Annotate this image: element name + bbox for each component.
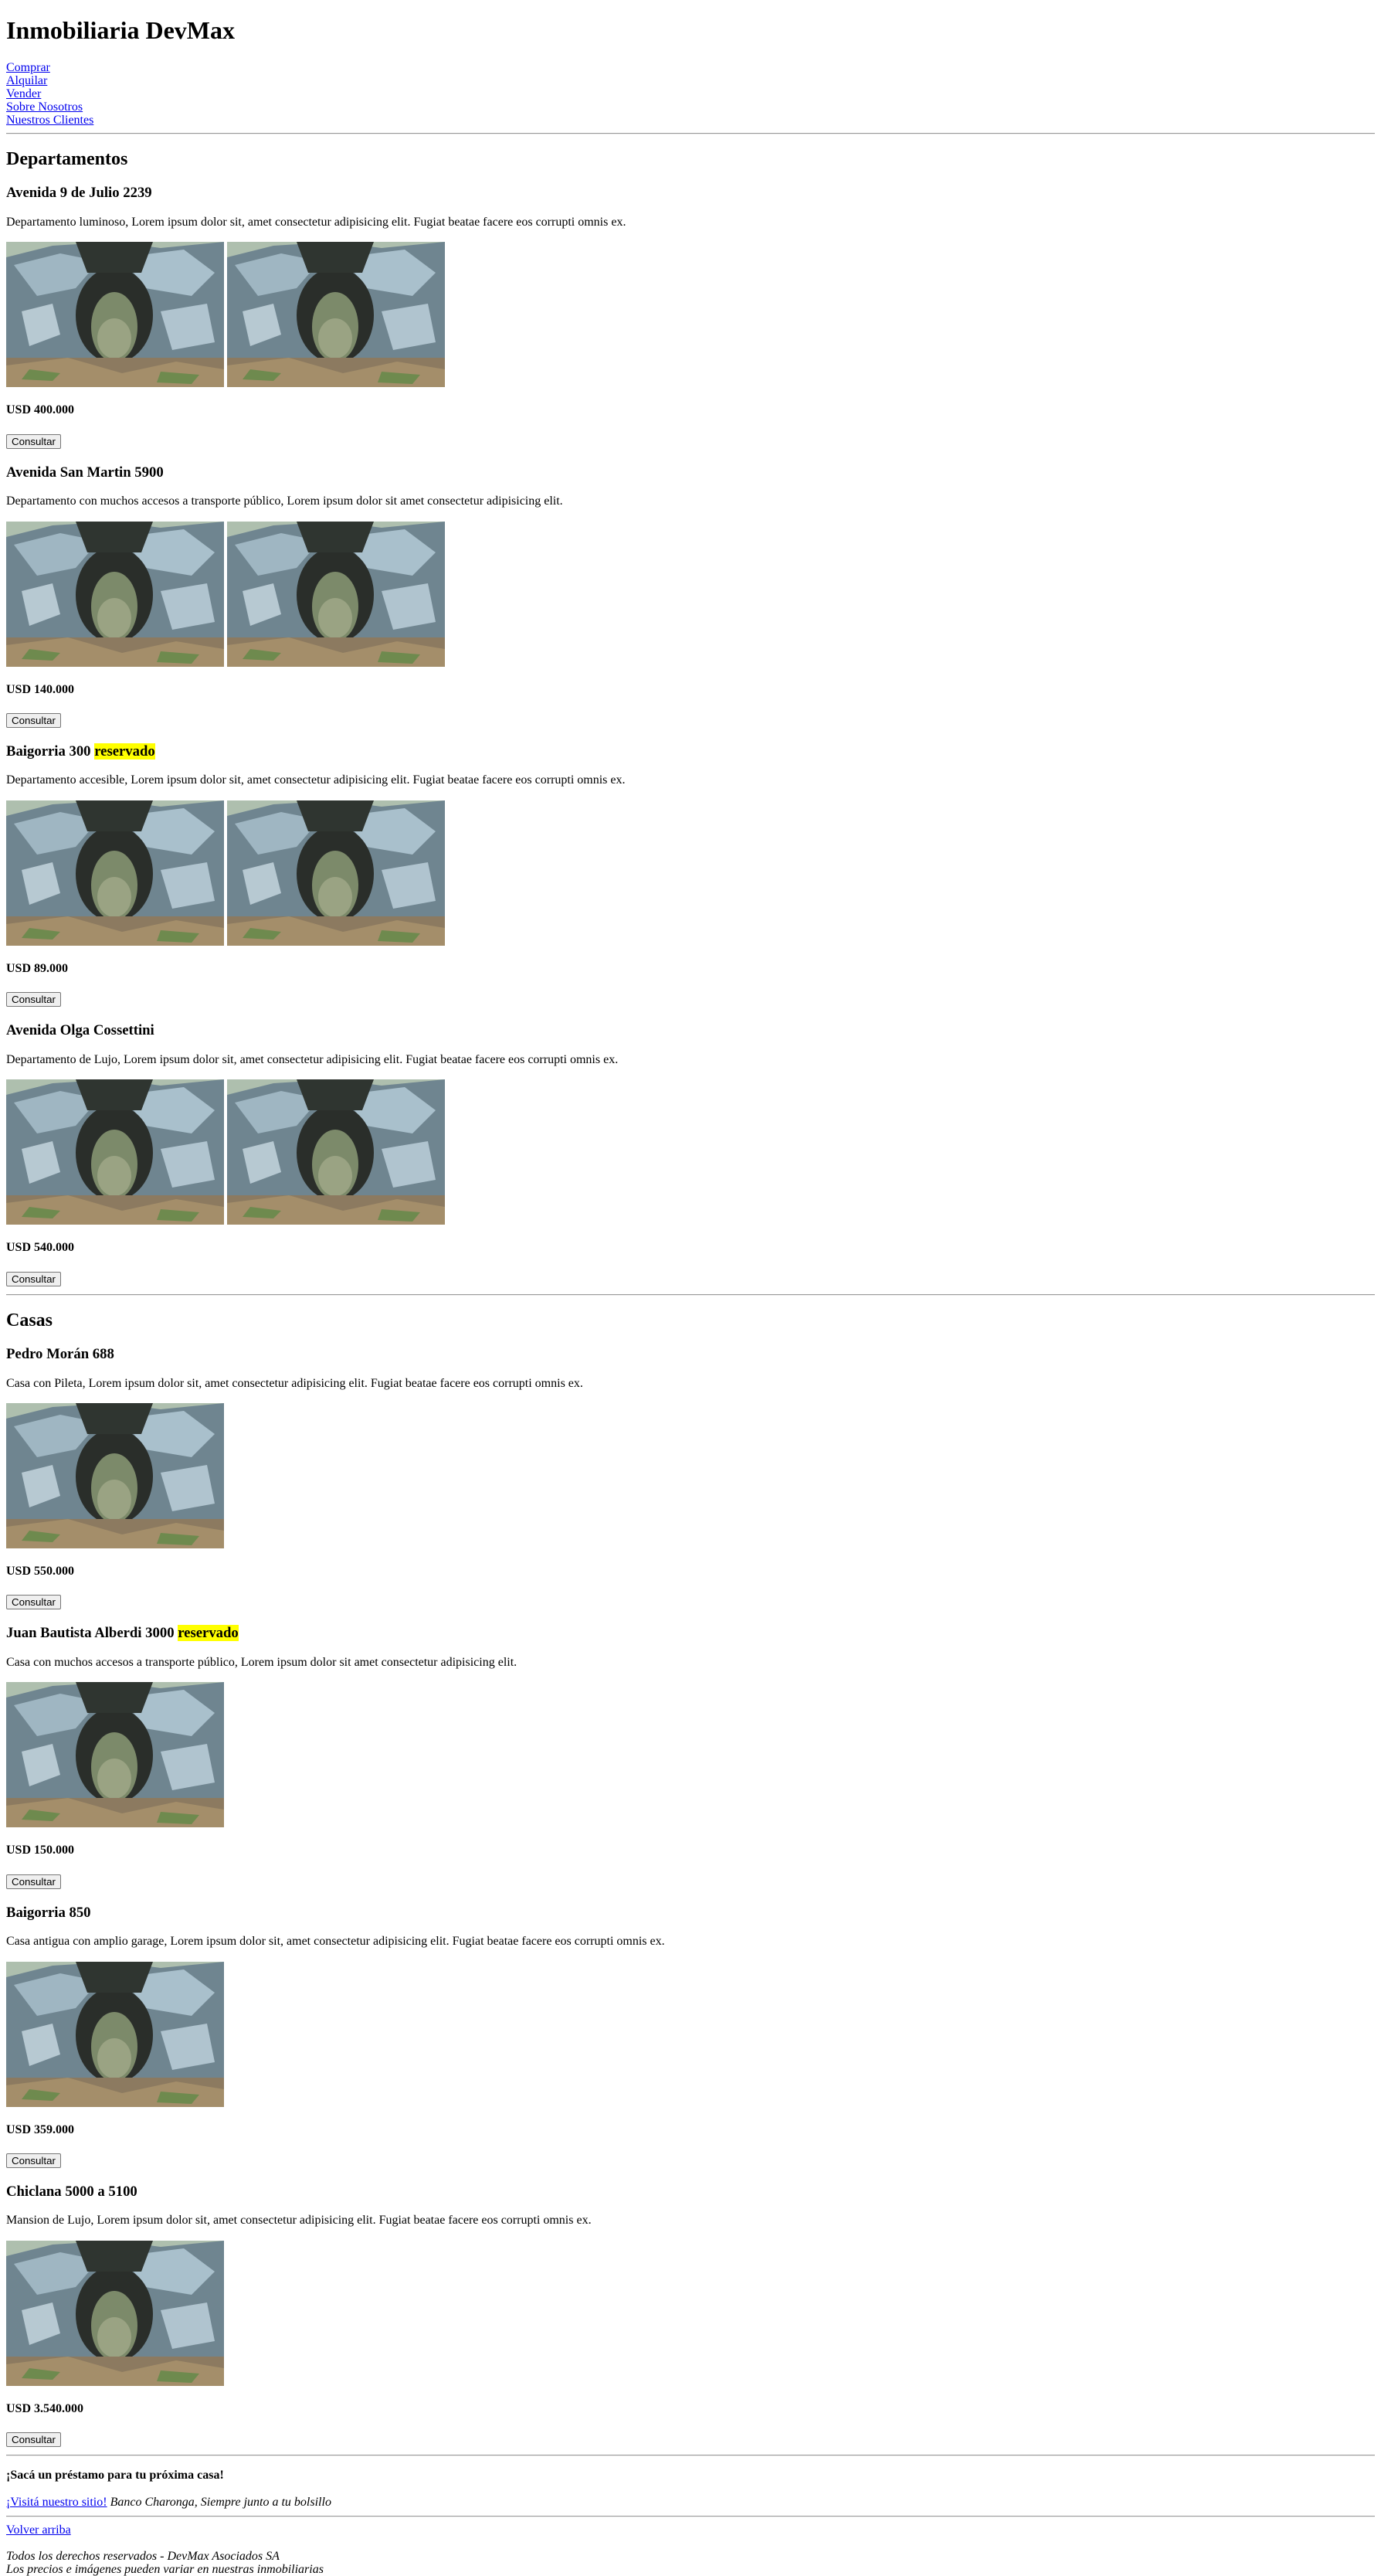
property-price: USD 140.000: [6, 682, 75, 696]
promo-title: ¡Sacá un préstamo para tu próxima casa!: [6, 2469, 224, 2483]
property-gallery: [6, 1079, 1375, 1225]
property-description: Departamento luminoso, Lorem ipsum dolor…: [6, 215, 626, 229]
back-to-top-link[interactable]: Volver arriba: [6, 2523, 1375, 2537]
property-gallery: [6, 1682, 1375, 1827]
property-description: Casa antigua con amplio garage, Lorem ip…: [6, 1935, 665, 1949]
property-price: USD 3.540.000: [6, 2401, 84, 2415]
property-photo: [6, 522, 224, 667]
property-name: Avenida Olga Cossettini: [6, 1022, 154, 1039]
nav-link-nuestros-clientes[interactable]: Nuestros Clientes: [6, 114, 1375, 127]
property-gallery: [6, 1962, 1375, 2107]
property-title: Pedro Morán 688: [6, 1346, 1375, 1363]
property-photo: [6, 242, 224, 387]
property-name: Avenida 9 de Julio 2239: [6, 185, 152, 202]
property-title: Avenida San Martin 5900: [6, 464, 1375, 481]
divider: [6, 132, 1375, 134]
consultar-button[interactable]: Consultar: [6, 2153, 61, 2168]
nav-link-vender[interactable]: Vender: [6, 87, 1375, 100]
property-card: Baigorria 300 reservado Departamento acce…: [6, 743, 1375, 1008]
property-price: USD 150.000: [6, 1844, 75, 1857]
property-description: Casa con muchos accesos a transporte púb…: [6, 1655, 517, 1669]
nav-link-comprar[interactable]: Comprar: [6, 61, 1375, 74]
property-price: USD 540.000: [6, 1241, 75, 1255]
reserved-badge: reservado: [94, 743, 155, 760]
property-description: Departamento con muchos accesos a transp…: [6, 494, 563, 508]
property-gallery: [6, 800, 1375, 946]
property-photo: [6, 1403, 224, 1548]
property-name: Avenida San Martin 5900: [6, 464, 164, 481]
property-card: Avenida San Martin 5900 Departamento con …: [6, 464, 1375, 729]
property-name: Baigorria 300: [6, 743, 91, 760]
divider: [6, 2516, 1375, 2518]
property-name: Pedro Morán 688: [6, 1346, 114, 1363]
property-photo: [6, 2241, 224, 2386]
nav-link-alquilar[interactable]: Alquilar: [6, 74, 1375, 87]
property-name: Juan Bautista Alberdi 3000: [6, 1625, 175, 1642]
property-gallery: [6, 242, 1375, 387]
property-price: USD 400.000: [6, 403, 75, 417]
property-card: Baigorria 850 Casa antigua con amplio gar…: [6, 1905, 1375, 2170]
consultar-button[interactable]: Consultar: [6, 1874, 61, 1889]
reserved-badge: reservado: [178, 1625, 239, 1642]
nav-link-sobre-nosotros[interactable]: Sobre Nosotros: [6, 100, 1375, 114]
consultar-button[interactable]: Consultar: [6, 1595, 61, 1610]
property-title: Baigorria 850: [6, 1905, 1375, 1922]
property-name: Chiclana 5000 a 5100: [6, 2183, 137, 2200]
property-description: Casa con Pileta, Lorem ipsum dolor sit, …: [6, 1376, 583, 1390]
property-name: Baigorria 850: [6, 1904, 91, 1921]
property-title: Avenida Olga Cossettini: [6, 1022, 1375, 1039]
property-card: Avenida Olga Cossettini Departamento de L…: [6, 1022, 1375, 1287]
property-description: Mansion de Lujo, Lorem ipsum dolor sit, …: [6, 2214, 592, 2228]
footer-copyright: Todos los derechos reservados - DevMax A…: [6, 2550, 280, 2564]
property-photo: [227, 800, 445, 946]
property-photo: [6, 1682, 224, 1827]
property-photo: [227, 242, 445, 387]
property-gallery: [6, 2241, 1375, 2386]
consultar-button[interactable]: Consultar: [6, 1271, 61, 1286]
property-price: USD 359.000: [6, 2122, 75, 2136]
divider: [6, 2455, 1375, 2457]
property-description: Departamento de Lujo, Lorem ipsum dolor …: [6, 1052, 619, 1066]
promo-link[interactable]: ¡Visitá nuestro sitio!: [6, 2496, 107, 2509]
section-title-casas: Casas: [6, 1310, 53, 1330]
footer: Todos los derechos reservados - DevMax A…: [6, 2550, 1375, 2576]
main-nav: Comprar Alquilar Vender Sobre Nosotros N…: [6, 61, 1375, 127]
property-photo: [6, 1962, 224, 2107]
listings: Departamentos Avenida 9 de Julio 2239 Depa…: [6, 132, 1375, 2449]
property-price: USD 89.000: [6, 961, 69, 975]
property-card: Juan Bautista Alberdi 3000 reservado Casa…: [6, 1625, 1375, 1890]
property-photo: [227, 1079, 445, 1225]
property-description: Departamento accesible, Lorem ipsum dolo…: [6, 773, 626, 787]
consultar-button[interactable]: Consultar: [6, 712, 61, 728]
property-photo: [6, 1079, 224, 1225]
footer-disclaimer: Los precios e imágenes pueden variar en …: [6, 2563, 324, 2576]
property-title: Juan Bautista Alberdi 3000 reservado: [6, 1625, 1375, 1642]
property-card: Chiclana 5000 a 5100 Mansion de Lujo, Lor…: [6, 2183, 1375, 2449]
promo-tagline: Banco Charonga, Siempre junto a tu bolsi…: [110, 2495, 331, 2509]
property-title: Baigorria 300 reservado: [6, 743, 1375, 760]
property-photo: [227, 522, 445, 667]
consultar-button[interactable]: Consultar: [6, 2432, 61, 2448]
consultar-button[interactable]: Consultar: [6, 992, 61, 1008]
property-price: USD 550.000: [6, 1565, 75, 1578]
divider: [6, 1293, 1375, 1296]
site-title: Inmobiliaria DevMax: [6, 16, 235, 44]
property-card: Avenida 9 de Julio 2239 Departamento lumi…: [6, 185, 1375, 450]
property-title: Avenida 9 de Julio 2239: [6, 185, 1375, 202]
consultar-button[interactable]: Consultar: [6, 433, 61, 449]
property-photo: [6, 800, 224, 946]
section-title-departamentos: Departamentos: [6, 148, 128, 169]
property-title: Chiclana 5000 a 5100: [6, 2183, 1375, 2200]
property-gallery: [6, 1403, 1375, 1548]
property-card: Pedro Morán 688 Casa con Pileta, Lorem ip…: [6, 1346, 1375, 1611]
property-gallery: [6, 522, 1375, 667]
promo-line: ¡Visitá nuestro sitio! Banco Charonga, S…: [6, 2496, 1375, 2510]
